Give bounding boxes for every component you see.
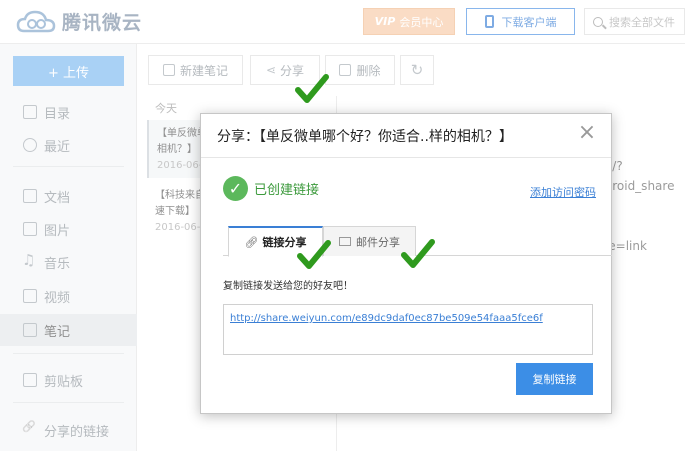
- annotation-check-icon: [401, 239, 435, 268]
- success-check-icon: ✓: [223, 176, 248, 201]
- copy-link-button[interactable]: 复制链接: [516, 363, 593, 395]
- link-icon: 🔗︎: [244, 235, 259, 249]
- close-icon[interactable]: ×: [577, 122, 597, 144]
- annotation-check-icon: [297, 240, 331, 269]
- annotation-check-icon: [295, 74, 329, 103]
- add-password-link[interactable]: 添加访问密码: [530, 184, 596, 200]
- mail-icon: [339, 237, 351, 246]
- link-created-label: 已创建链接: [254, 183, 320, 198]
- share-link-field[interactable]: http://share.weiyun.com/e89dc9daf0ec87be…: [223, 304, 593, 355]
- share-hint-text: 复制链接发送给您的好友吧！: [223, 281, 353, 292]
- dialog-title: 分享：【单反微单哪个好？你适合..样的相机？】: [217, 129, 513, 145]
- link-created-status: ✓ 已创建链接: [223, 176, 319, 201]
- tab-label: 邮件分享: [356, 235, 400, 249]
- share-link-url[interactable]: http://share.weiyun.com/e89dc9daf0ec87be…: [230, 313, 543, 324]
- dialog-divider: [201, 157, 611, 158]
